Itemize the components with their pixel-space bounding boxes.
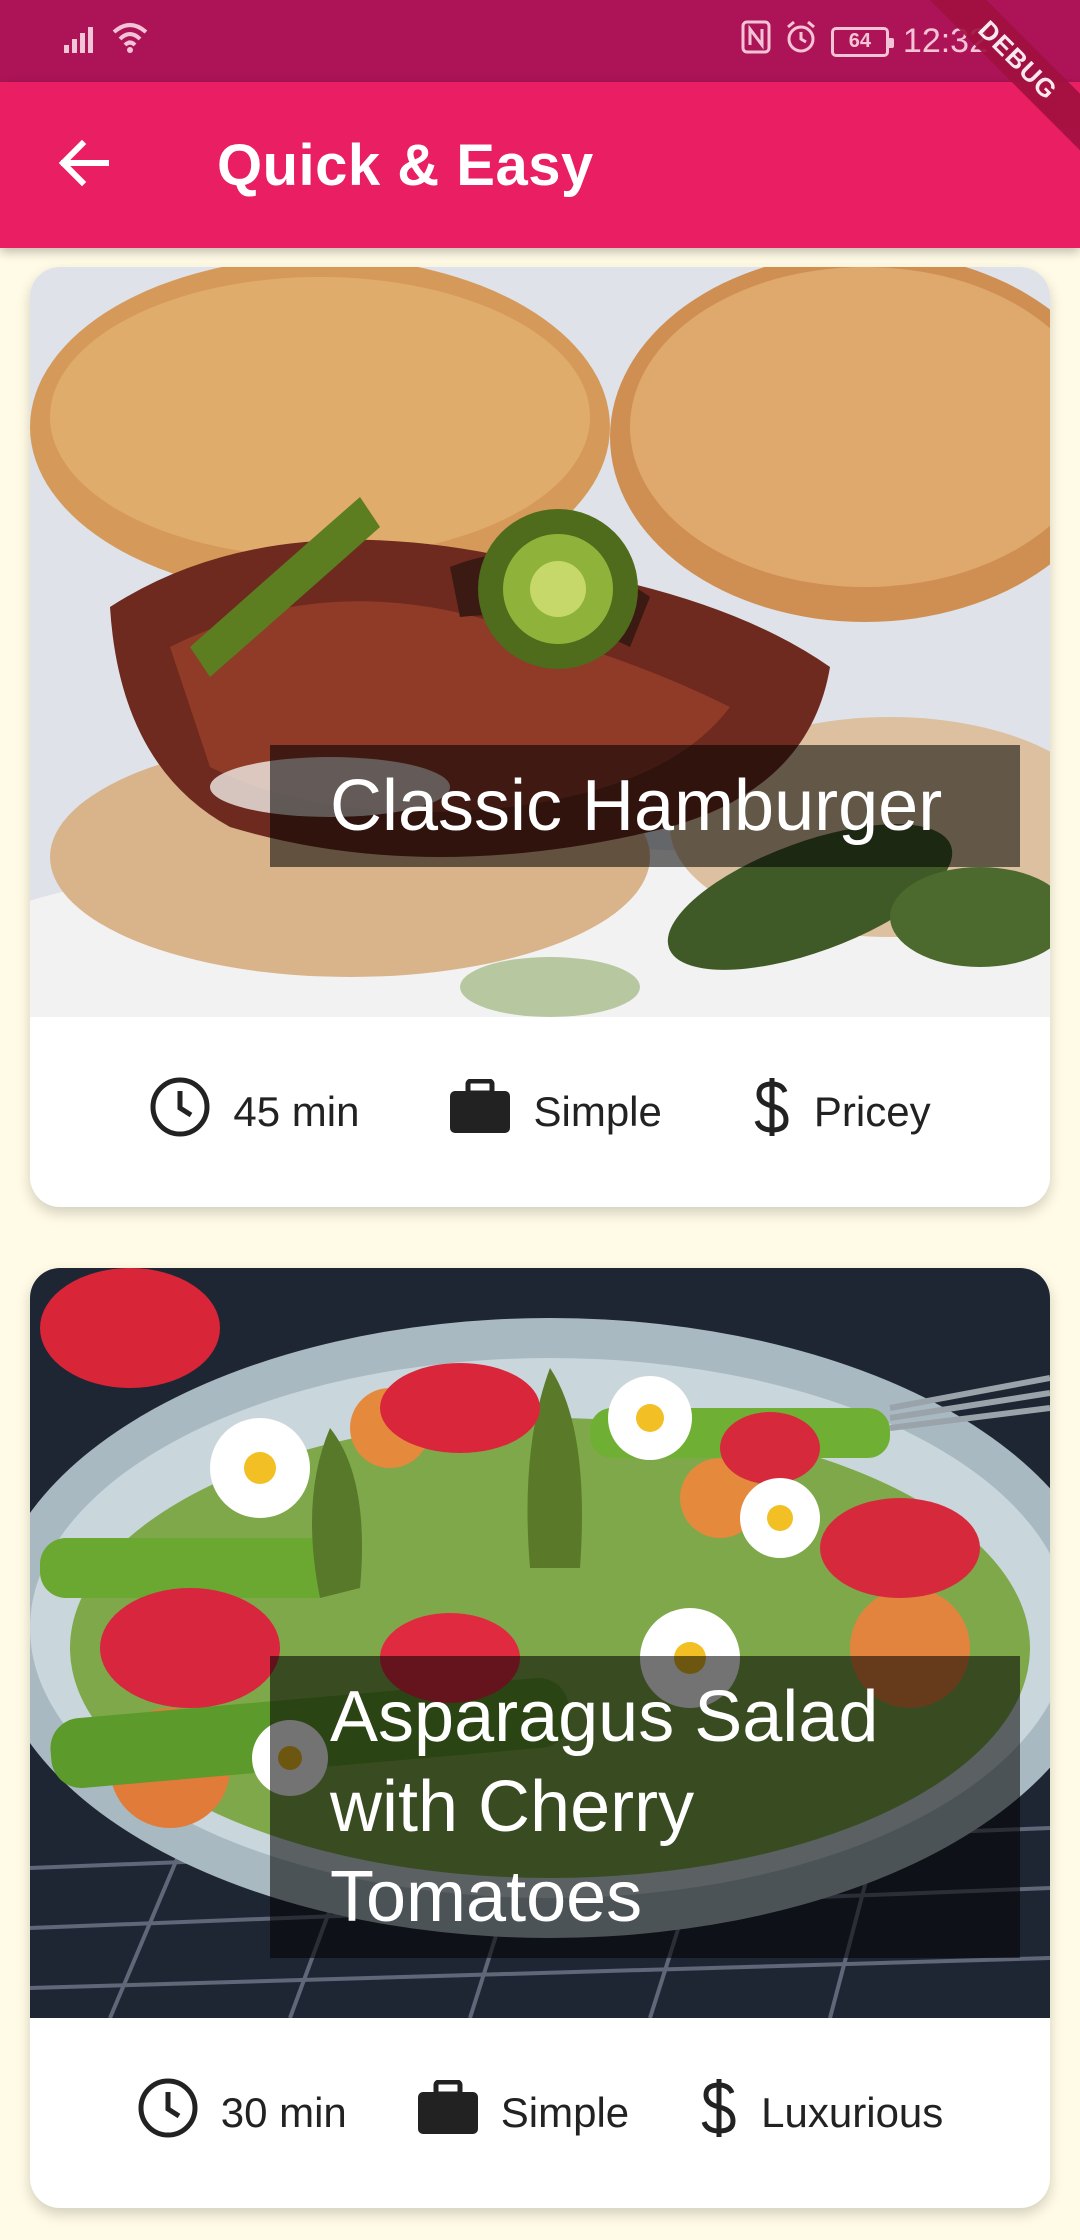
app-bar: Quick & Easy (0, 82, 1080, 248)
meal-card[interactable]: Classic Hamburger 45 min Simple Pricey (30, 267, 1050, 1207)
affordability-label: Luxurious (761, 2089, 944, 2136)
duration-label: 45 min (233, 1088, 360, 1135)
arrow-back-icon (56, 139, 110, 192)
meal-image: Classic Hamburger (30, 267, 1050, 1017)
meal-title: Classic Hamburger (270, 745, 1020, 867)
affordability-label: Pricey (813, 1088, 931, 1135)
wifi-icon (110, 22, 150, 59)
duration-label: 30 min (220, 2089, 347, 2136)
meal-affordability: Luxurious (699, 2077, 943, 2149)
complexity-label: Simple (533, 1088, 662, 1135)
meal-complexity: Simple (449, 1078, 662, 1145)
status-bar: 64 12:32 (0, 0, 1080, 82)
nfc-icon (741, 20, 771, 63)
battery-level: 64 (848, 30, 872, 52)
clock-icon (149, 1076, 211, 1148)
meal-info-row: 45 min Simple Pricey (30, 1017, 1050, 1207)
signal-icon (64, 23, 100, 58)
meal-info-row: 30 min Simple Luxurious (30, 2018, 1050, 2208)
meal-title: Asparagus Salad with Cherry Tomatoes (270, 1656, 1020, 1958)
briefcase-icon (449, 1078, 511, 1145)
meal-duration: 30 min (137, 2077, 347, 2149)
back-button[interactable] (40, 122, 126, 208)
battery-icon: 64 (830, 26, 894, 57)
clock-icon (137, 2077, 199, 2149)
meal-affordability: Pricey (752, 1076, 931, 1148)
page-title: Quick & Easy (217, 133, 594, 198)
dollar-icon (752, 1076, 792, 1148)
alarm-icon (785, 20, 817, 63)
dollar-icon (699, 2077, 739, 2149)
meal-duration: 45 min (149, 1076, 359, 1148)
briefcase-icon (417, 2079, 479, 2146)
meal-card[interactable]: Asparagus Salad with Cherry Tomatoes 30 … (30, 1268, 1050, 2208)
meal-image: Asparagus Salad with Cherry Tomatoes (30, 1268, 1050, 2018)
meal-complexity: Simple (417, 2079, 630, 2146)
complexity-label: Simple (500, 2089, 630, 2136)
